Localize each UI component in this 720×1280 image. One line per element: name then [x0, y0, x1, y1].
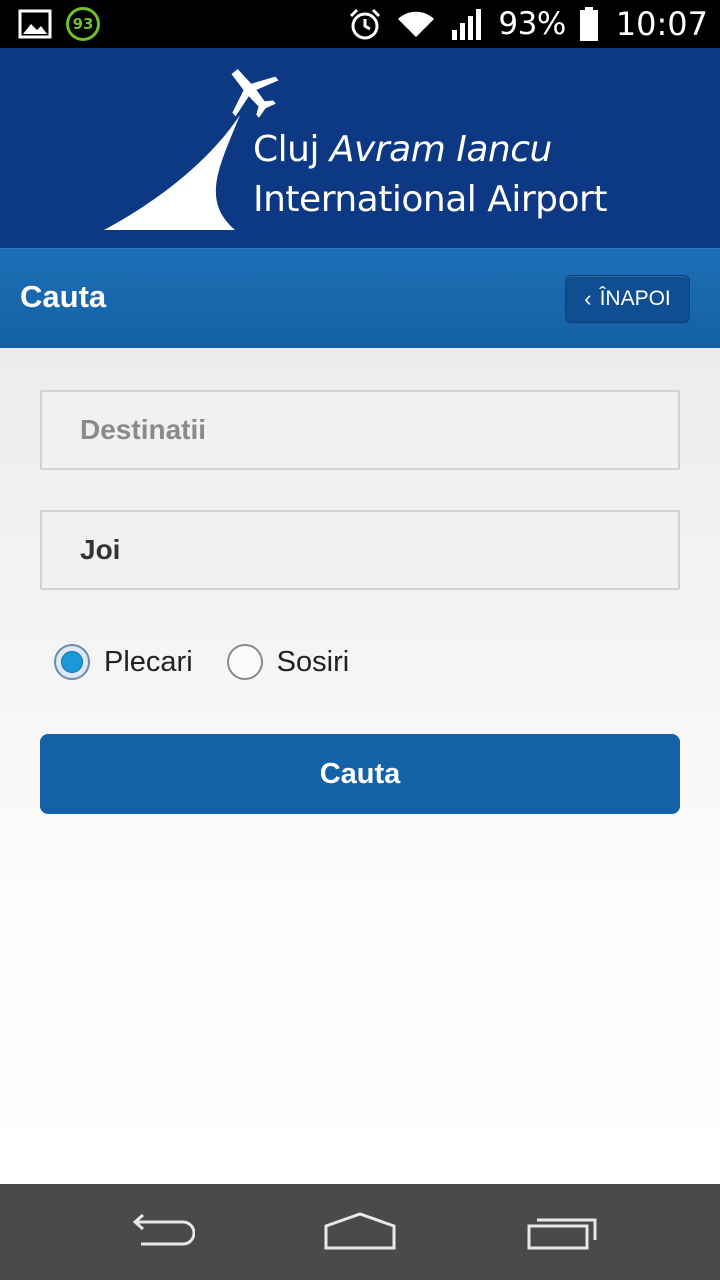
flight-type-radio-group: Plecari Sosiri	[54, 644, 349, 680]
back-nav-icon[interactable]	[120, 1208, 200, 1256]
search-form: Plecari Sosiri Cauta	[0, 348, 720, 1184]
page-title: Cauta	[20, 279, 107, 314]
battery-percent: 93%	[498, 6, 566, 42]
day-field	[40, 510, 680, 590]
notification-badge-icon: 93	[66, 7, 100, 41]
title-bar: Cauta ‹ ÎNAPOI	[0, 248, 720, 348]
status-bar-left: 93	[18, 6, 100, 42]
signal-icon	[450, 8, 484, 40]
radio-plecari[interactable]	[54, 644, 90, 680]
airport-logo-header: Cluj Avram Iancu International Airport	[0, 48, 720, 248]
search-button[interactable]: Cauta	[40, 734, 680, 814]
radio-sosiri[interactable]	[226, 644, 263, 680]
airport-name-line1: Cluj Avram Iancu	[253, 126, 607, 174]
radio-selected-dot	[61, 651, 83, 673]
radio-plecari-label[interactable]: Plecari	[104, 646, 193, 679]
back-button-label: ÎNAPOI	[599, 287, 671, 310]
airport-name: Cluj Avram Iancu International Airport	[253, 126, 607, 226]
gallery-icon	[18, 9, 52, 39]
system-nav-bar	[0, 1184, 720, 1280]
status-bar: 93 93% 10:07	[0, 0, 720, 48]
airport-name-line2: International Airport	[253, 179, 607, 220]
alarm-icon	[348, 7, 382, 41]
recent-apps-nav-icon[interactable]	[522, 1208, 602, 1256]
status-bar-right: 93% 10:07	[348, 0, 708, 48]
battery-icon	[579, 7, 598, 41]
day-input[interactable]	[42, 512, 678, 588]
radio-sosiri-label[interactable]: Sosiri	[277, 646, 350, 679]
destination-input[interactable]	[42, 392, 678, 468]
airport-city: Cluj	[253, 129, 330, 170]
airport-namesake: Avram Iancu	[329, 129, 552, 170]
destination-field	[40, 390, 680, 470]
clock-time: 10:07	[615, 5, 708, 43]
wifi-icon	[396, 9, 436, 39]
back-button[interactable]: ‹ ÎNAPOI	[565, 275, 690, 323]
home-nav-icon[interactable]	[320, 1208, 400, 1256]
chevron-left-icon: ‹	[584, 286, 592, 311]
